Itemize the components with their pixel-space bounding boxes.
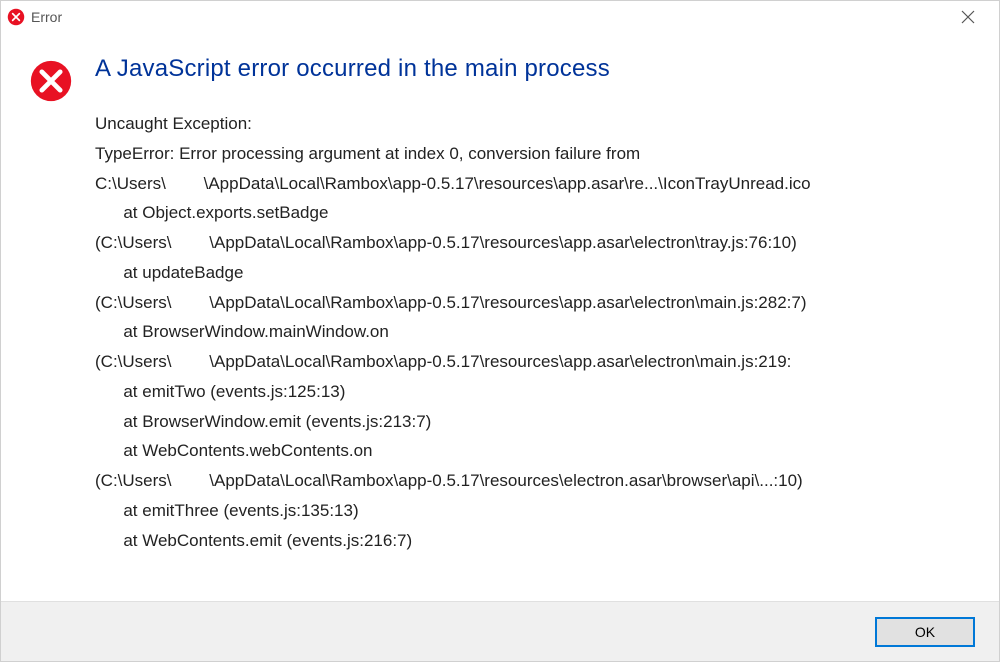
window-title: Error bbox=[31, 9, 945, 25]
dialog-body: A JavaScript error occurred in the main … bbox=[1, 33, 999, 601]
error-dialog: Error A JavaScript error occurred in the… bbox=[0, 0, 1000, 662]
error-icon bbox=[7, 8, 25, 26]
error-stack-trace: Uncaught Exception: TypeError: Error pro… bbox=[95, 109, 971, 555]
error-icon bbox=[29, 59, 73, 103]
dialog-footer: OK bbox=[1, 601, 999, 661]
close-button[interactable] bbox=[945, 2, 991, 32]
dialog-headline: A JavaScript error occurred in the main … bbox=[95, 55, 971, 83]
close-icon bbox=[961, 10, 975, 24]
ok-button[interactable]: OK bbox=[875, 617, 975, 647]
dialog-content: A JavaScript error occurred in the main … bbox=[95, 55, 971, 555]
titlebar: Error bbox=[1, 1, 999, 33]
